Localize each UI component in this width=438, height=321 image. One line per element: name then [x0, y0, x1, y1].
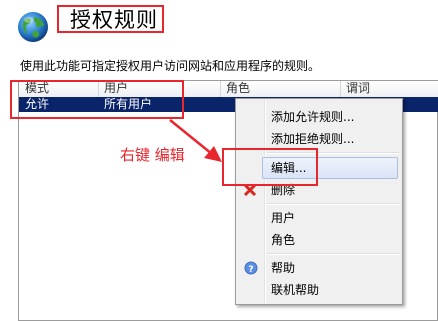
page-description: 使用此功能可指定授权用户访问网站和应用程序的规则。: [20, 59, 321, 73]
menu-item-users[interactable]: 用户: [271, 210, 295, 226]
arrow-icon: [169, 119, 222, 162]
menu-separator: [266, 204, 400, 205]
svg-text:?: ?: [248, 265, 253, 275]
menu-gutter-divider: [265, 100, 266, 303]
menu-item-roles[interactable]: 角色: [271, 232, 295, 248]
column-separator[interactable]: [220, 81, 221, 97]
column-header-roles[interactable]: 角色: [226, 81, 250, 97]
menu-item-online-help[interactable]: 联机帮助: [271, 282, 319, 298]
menu-item-help[interactable]: 帮助: [271, 260, 295, 276]
globe-icon: [18, 12, 48, 42]
menu-item-add-deny-rule[interactable]: 添加拒绝规则...: [271, 131, 354, 147]
column-header-verbs[interactable]: 谓词: [346, 81, 370, 97]
edit-highlight-box: [222, 148, 318, 186]
menu-item-add-allow-rule[interactable]: 添加允许规则...: [271, 109, 354, 125]
row-highlight-box: [10, 80, 184, 119]
column-separator[interactable]: [340, 81, 341, 97]
page-title: 授权规则: [70, 8, 158, 32]
menu-separator: [266, 254, 400, 255]
help-icon: ?: [244, 261, 258, 275]
